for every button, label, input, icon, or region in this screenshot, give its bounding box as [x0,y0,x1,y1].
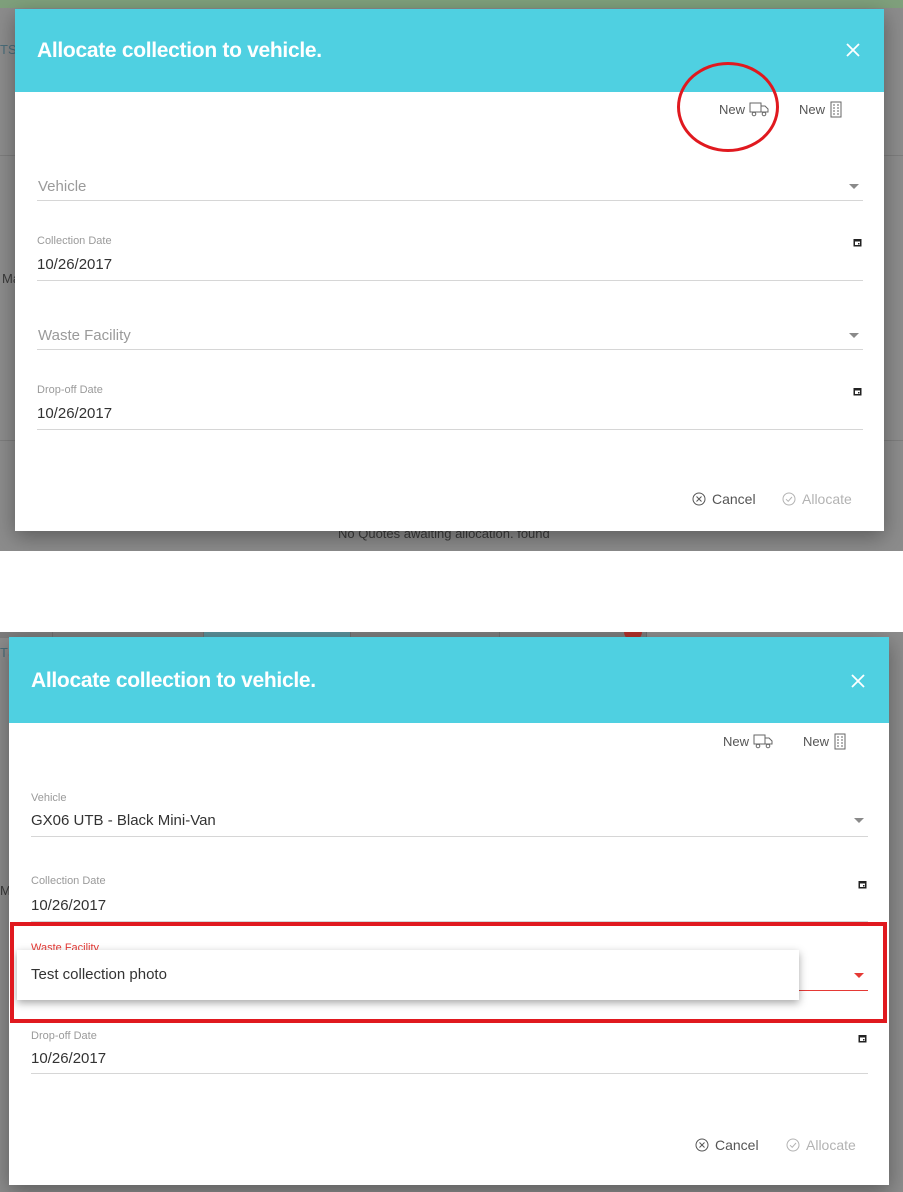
chevron-down-icon [849,333,859,338]
screenshot-bottom: TS Ma Allocate collection to vehicle. Ne… [0,632,903,1192]
calendar-icon[interactable] [858,1034,867,1043]
allocate-dialog: Allocate collection to vehicle. New New … [9,637,889,1185]
dialog-header: Allocate collection to vehicle. [9,637,889,723]
check-circle-icon [786,1138,800,1152]
dropoff-date-label: Drop-off Date [37,384,103,396]
collection-date-label: Collection Date [31,875,106,887]
new-facility-button[interactable]: New [803,733,847,750]
allocate-label: Allocate [806,1137,856,1153]
vehicle-placeholder: Vehicle [38,178,87,195]
collection-date-field[interactable]: Collection Date 10/26/2017 [31,875,868,922]
collection-date-value: 10/26/2017 [37,256,113,273]
vehicle-label: Vehicle [31,792,67,804]
collection-date-field[interactable]: Collection Date 10/26/2017 [37,235,863,281]
dialog-title: Allocate collection to vehicle. [37,39,322,62]
building-icon [830,101,842,118]
app-top-bar [0,0,903,8]
collection-date-label: Collection Date [37,235,112,247]
waste-facility-placeholder: Waste Facility [38,327,131,344]
dropoff-date-value: 10/26/2017 [31,1050,107,1067]
cancel-label: Cancel [715,1137,759,1153]
screenshot-top: TS Ma No Quotes awaiting allocation. fou… [0,0,903,551]
vehicle-select[interactable]: Vehicle [37,169,863,201]
cancel-label: Cancel [712,491,756,507]
allocate-button[interactable]: Allocate [782,491,852,507]
cancel-button[interactable]: Cancel [692,491,756,507]
close-icon[interactable] [844,41,862,59]
allocate-button[interactable]: Allocate [786,1137,856,1153]
waste-facility-select[interactable]: Waste Facility [37,318,863,350]
chevron-down-icon [854,818,864,823]
dropoff-date-field[interactable]: Drop-off Date 10/26/2017 [31,1030,868,1074]
vehicle-select[interactable]: Vehicle GX06 UTB - Black Mini-Van [31,792,868,837]
new-vehicle-label: New [723,733,750,749]
truck-icon [753,734,773,749]
building-icon [834,733,846,750]
vehicle-value: GX06 UTB - Black Mini-Van [31,812,216,829]
dialog-title: Allocate collection to vehicle. [31,669,316,692]
dropoff-date-field[interactable]: Drop-off Date 10/26/2017 [37,384,863,430]
annotation-rectangle [10,922,887,1023]
collection-date-value: 10/26/2017 [31,897,107,914]
new-facility-button[interactable]: New [799,101,843,118]
calendar-icon[interactable] [858,880,867,889]
cancel-circle-icon [695,1138,709,1152]
chevron-down-icon [849,184,859,189]
cancel-button[interactable]: Cancel [695,1137,759,1153]
close-icon[interactable] [849,672,867,690]
new-facility-label: New [803,734,830,749]
calendar-icon[interactable] [853,238,862,247]
dropoff-date-label: Drop-off Date [31,1030,97,1042]
annotation-circle [677,62,779,152]
check-circle-icon [782,492,796,506]
allocate-label: Allocate [802,491,852,507]
calendar-icon[interactable] [853,387,862,396]
dropoff-date-value: 10/26/2017 [37,405,113,422]
new-vehicle-button[interactable]: New [723,733,773,749]
new-facility-label: New [799,102,826,117]
cancel-circle-icon [692,492,706,506]
